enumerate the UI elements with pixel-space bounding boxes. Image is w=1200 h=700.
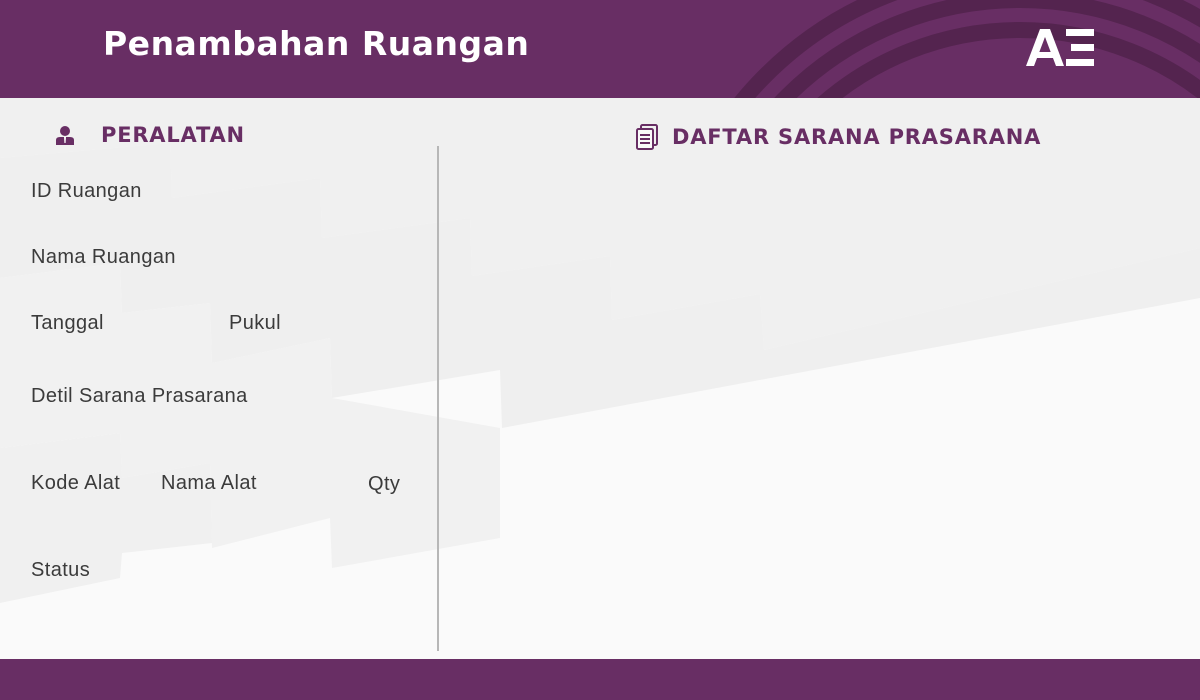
peralatan-section-header: PERALATAN xyxy=(55,123,245,147)
nama-ruangan-label: Nama Ruangan xyxy=(31,246,176,268)
background-watermark xyxy=(0,98,1200,603)
ae-logo-icon xyxy=(1026,29,1094,66)
daftar-sarana-section-header: DAFTAR SARANA PRASARANA xyxy=(636,124,1041,150)
document-list-icon xyxy=(636,124,658,150)
status-label: Status xyxy=(31,559,91,581)
nama-alat-label: Nama Alat xyxy=(161,472,257,494)
content-area xyxy=(0,98,1200,659)
pukul-label: Pukul xyxy=(229,312,282,334)
header-bar: Penambahan Ruangan xyxy=(0,0,1200,98)
tanggal-label: Tanggal xyxy=(31,312,104,334)
footer-bar xyxy=(0,659,1200,700)
user-icon xyxy=(56,126,74,145)
page-title: Penambahan Ruangan xyxy=(103,24,530,63)
kode-alat-label: Kode Alat xyxy=(31,472,121,494)
panel-divider xyxy=(437,146,439,651)
id-ruangan-label: ID Ruangan xyxy=(31,180,142,202)
detil-sarana-label: Detil Sarana Prasarana xyxy=(31,385,248,407)
daftar-sarana-title: DAFTAR SARANA PRASARANA xyxy=(672,125,1042,149)
logo xyxy=(1026,29,1096,71)
peralatan-title: PERALATAN xyxy=(101,123,245,147)
qty-label: Qty xyxy=(368,473,401,495)
